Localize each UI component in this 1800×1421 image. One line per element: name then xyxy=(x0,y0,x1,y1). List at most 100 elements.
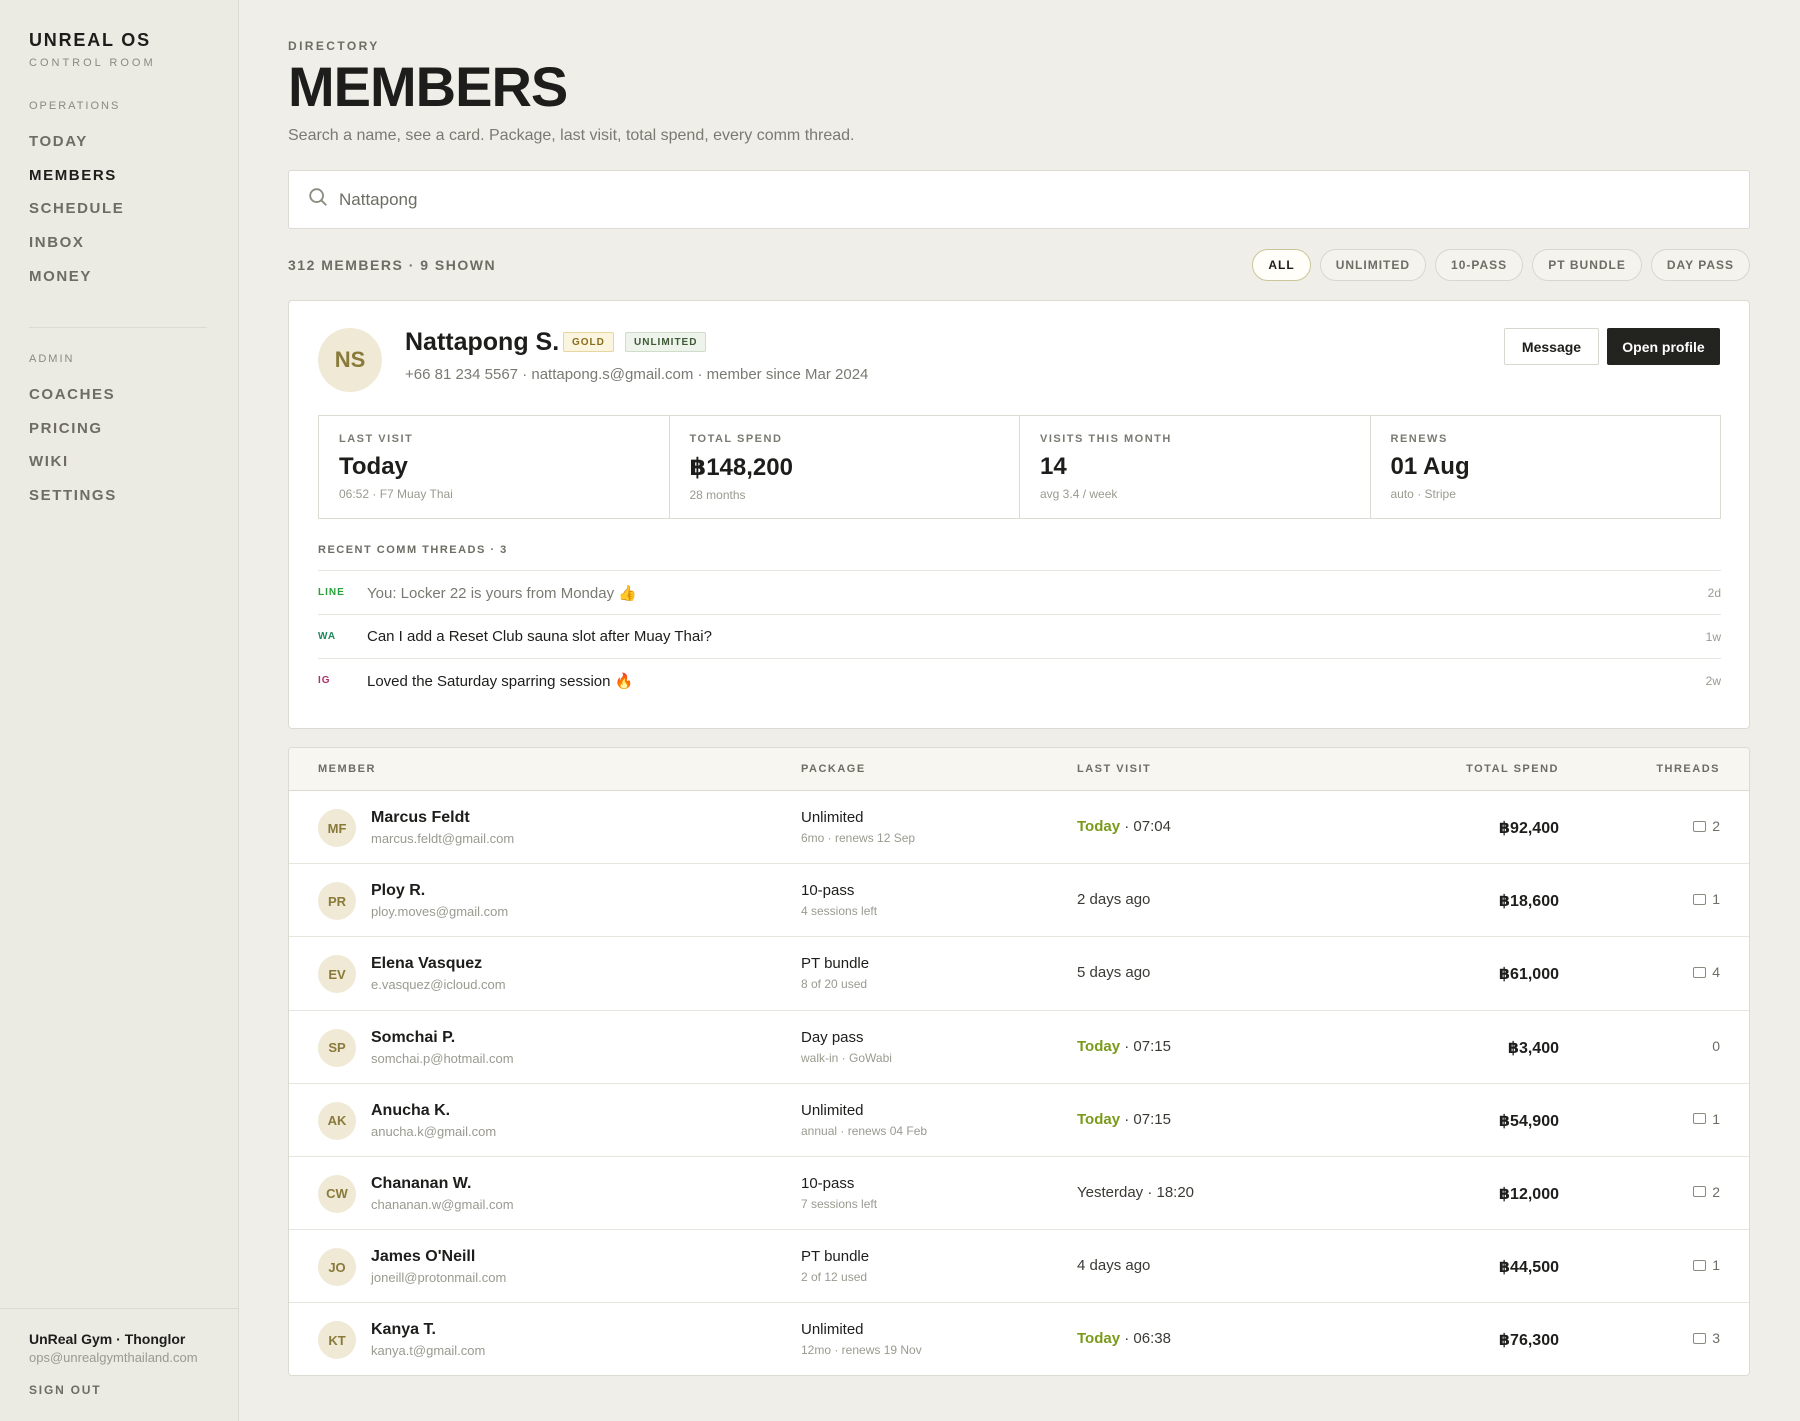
thread-count: 3 xyxy=(1693,1330,1720,1346)
brand-subtitle: CONTROL ROOM xyxy=(29,57,156,69)
table-row[interactable]: AK Anucha K. anucha.k@gmail.com Unlimite… xyxy=(289,1084,1749,1157)
package-detail: 8 of 20 used xyxy=(801,977,868,992)
last-visit: 5 days ago xyxy=(1077,964,1150,981)
thread-item[interactable]: LINE You: Locker 22 is yours from Monday… xyxy=(318,570,1721,614)
last-visit: Today · 07:15 xyxy=(1077,1038,1171,1055)
stat-label: TOTAL SPEND xyxy=(689,433,783,445)
member-stats: LAST VISIT Today 06:52 · F7 Muay Thai TO… xyxy=(318,415,1721,519)
nav-item-coaches[interactable]: COACHES xyxy=(29,385,117,419)
column-package[interactable]: PACKAGE xyxy=(801,763,866,775)
avatar: MF xyxy=(318,809,356,847)
thread-count: 1 xyxy=(1693,1111,1720,1127)
member-profile-card: NS Nattapong S. GOLD UNLIMITED +66 81 23… xyxy=(288,300,1750,729)
column-member[interactable]: MEMBER xyxy=(318,763,376,775)
member-name: Somchai P. xyxy=(371,1028,456,1046)
channel-tag-line: LINE xyxy=(318,587,345,598)
table-row[interactable]: SP Somchai P. somchai.p@hotmail.com Day … xyxy=(289,1011,1749,1084)
members-table: MEMBER PACKAGE LAST VISIT TOTAL SPEND TH… xyxy=(288,747,1750,1376)
last-visit-time: 4 days ago xyxy=(1077,1257,1151,1275)
nav-item-members[interactable]: MEMBERS xyxy=(29,166,124,200)
last-visit: 4 days ago xyxy=(1077,1257,1150,1274)
table-row[interactable]: JO James O'Neill joneill@protonmail.com … xyxy=(289,1230,1749,1304)
avatar: NS xyxy=(318,328,382,392)
thread-count: 2 xyxy=(1693,1184,1720,1200)
thread-time: 2w xyxy=(1705,673,1721,688)
last-visit: Today · 06:38 xyxy=(1077,1330,1171,1347)
nav-item-settings[interactable]: SETTINGS xyxy=(29,486,117,520)
table-row[interactable]: PR Ploy R. ploy.moves@gmail.com 10-pass … xyxy=(289,864,1749,938)
message-button[interactable]: Message xyxy=(1504,328,1599,365)
column-total-spend[interactable]: TOTAL SPEND xyxy=(1466,763,1559,775)
stat-value: 14 xyxy=(1040,453,1067,480)
last-visit-today: Today xyxy=(1077,818,1121,835)
nav-operations: OPERATIONS TODAY MEMBERS SCHEDULE INBOX … xyxy=(29,100,124,300)
last-visit-time: · 07:15 xyxy=(1120,1110,1171,1128)
stat-label: LAST VISIT xyxy=(339,433,414,445)
column-last-visit[interactable]: LAST VISIT xyxy=(1077,763,1151,775)
table-row[interactable]: KT Kanya T. kanya.t@gmail.com Unlimited … xyxy=(289,1303,1749,1375)
search-icon xyxy=(307,186,329,213)
search-input[interactable] xyxy=(339,189,1719,210)
thread-text: You: Locker 22 is yours from Monday 👍 xyxy=(367,584,637,602)
package-name: Unlimited xyxy=(801,1321,864,1339)
chat-icon xyxy=(1693,893,1707,905)
nav-item-inbox[interactable]: INBOX xyxy=(29,233,124,267)
package-badge: UNLIMITED xyxy=(625,332,707,352)
avatar: PR xyxy=(318,882,356,921)
nav-divider xyxy=(29,327,207,328)
thread-count-value: 0 xyxy=(1712,1037,1720,1054)
member-contact-meta: +66 81 234 5567 · nattapong.s@gmail.com … xyxy=(405,366,869,383)
nav-item-pricing[interactable]: PRICING xyxy=(29,419,117,453)
package-name: Unlimited xyxy=(801,1101,864,1119)
page-title: MEMBERS xyxy=(288,55,568,118)
package-name: 10-pass xyxy=(801,1174,855,1192)
nav-item-wiki[interactable]: WIKI xyxy=(29,452,117,486)
package-filters: ALL UNLIMITED 10-PASS PT BUNDLE DAY PASS xyxy=(1252,249,1750,281)
stat-total-spend: TOTAL SPEND ฿148,200 28 months xyxy=(670,416,1020,518)
filter-day-pass[interactable]: DAY PASS xyxy=(1650,249,1750,281)
thread-list: LINE You: Locker 22 is yours from Monday… xyxy=(318,570,1721,702)
total-spend: ฿76,300 xyxy=(1498,1332,1559,1350)
thread-count: 1 xyxy=(1693,891,1720,907)
gym-name: UnReal Gym · Thonglor xyxy=(29,1331,186,1347)
table-row[interactable]: EV Elena Vasquez e.vasquez@icloud.com PT… xyxy=(289,937,1749,1011)
stat-visits-month: VISITS THIS MONTH 14 avg 3.4 / week xyxy=(1020,416,1371,518)
thread-count-value: 2 xyxy=(1712,1183,1720,1200)
nav-item-money[interactable]: MONEY xyxy=(29,267,124,301)
total-spend: ฿3,400 xyxy=(1507,1039,1559,1057)
table-body: MF Marcus Feldt marcus.feldt@gmail.com U… xyxy=(289,791,1749,1375)
thread-time: 1w xyxy=(1705,629,1721,644)
total-spend: ฿61,000 xyxy=(1498,966,1559,984)
table-row[interactable]: CW Chananan W. chananan.w@gmail.com 10-p… xyxy=(289,1157,1749,1231)
filter-10-pass[interactable]: 10-PASS xyxy=(1435,249,1524,281)
open-profile-button[interactable]: Open profile xyxy=(1607,328,1720,365)
last-visit: Today · 07:04 xyxy=(1077,818,1171,835)
package-name: 10-pass xyxy=(801,882,855,900)
filter-pt-bundle[interactable]: PT BUNDLE xyxy=(1532,249,1642,281)
nav-item-schedule[interactable]: SCHEDULE xyxy=(29,199,124,233)
thread-text: Can I add a Reset Club sauna slot after … xyxy=(367,628,712,645)
thread-count: 4 xyxy=(1693,964,1720,980)
member-email: marcus.feldt@gmail.com xyxy=(371,831,515,846)
column-threads[interactable]: THREADS xyxy=(1656,763,1720,775)
chat-icon xyxy=(1693,1186,1707,1198)
table-row[interactable]: MF Marcus Feldt marcus.feldt@gmail.com U… xyxy=(289,791,1749,865)
package-detail: 6mo · renews 12 Sep xyxy=(801,831,916,845)
nav-item-today[interactable]: TODAY xyxy=(29,132,124,166)
thread-item[interactable]: WA Can I add a Reset Club sauna slot aft… xyxy=(318,614,1721,658)
stat-sub: 28 months xyxy=(689,488,746,502)
total-spend: ฿92,400 xyxy=(1498,820,1559,837)
chat-icon xyxy=(1693,1332,1707,1344)
brand: UNREAL OS CONTROL ROOM xyxy=(29,30,156,69)
last-visit-time: Yesterday · 18:20 xyxy=(1077,1183,1195,1201)
filter-all[interactable]: ALL xyxy=(1252,249,1311,281)
last-visit-time: · 07:15 xyxy=(1120,1037,1171,1055)
package-detail: 7 sessions left xyxy=(801,1196,878,1211)
sign-out-button[interactable]: SIGN OUT xyxy=(29,1383,210,1397)
package-detail: annual · renews 04 Feb xyxy=(801,1123,928,1138)
member-count: 312 MEMBERS · 9 SHOWN xyxy=(288,257,497,273)
stat-value: 01 Aug xyxy=(1390,453,1470,480)
package-detail: walk-in · GoWabi xyxy=(801,1050,892,1065)
filter-unlimited[interactable]: UNLIMITED xyxy=(1319,249,1427,281)
thread-item[interactable]: IG Loved the Saturday sparring session 🔥… xyxy=(318,658,1721,702)
